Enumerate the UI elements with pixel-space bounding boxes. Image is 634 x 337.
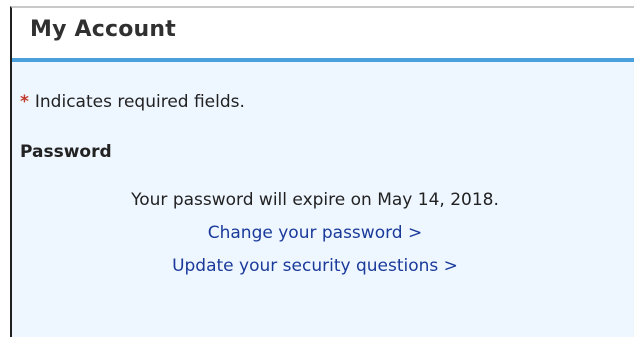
required-fields-text: Indicates required fields. bbox=[34, 92, 245, 112]
my-account-panel: My Account * Indicates required fields. P… bbox=[10, 6, 634, 337]
update-security-questions-link[interactable]: Update your security questions > bbox=[20, 250, 610, 283]
change-password-link[interactable]: Change your password > bbox=[20, 217, 610, 250]
password-section-heading: Password bbox=[20, 142, 112, 162]
panel-body: * Indicates required fields. Password You… bbox=[12, 92, 634, 283]
required-fields-note: * Indicates required fields. bbox=[20, 92, 634, 112]
panel-header: My Account bbox=[12, 8, 634, 62]
required-asterisk: * bbox=[20, 92, 29, 112]
password-expiry-text: Your password will expire on May 14, 201… bbox=[131, 190, 499, 210]
password-info: Your password will expire on May 14, 201… bbox=[20, 184, 610, 283]
page-title: My Account bbox=[30, 17, 176, 42]
